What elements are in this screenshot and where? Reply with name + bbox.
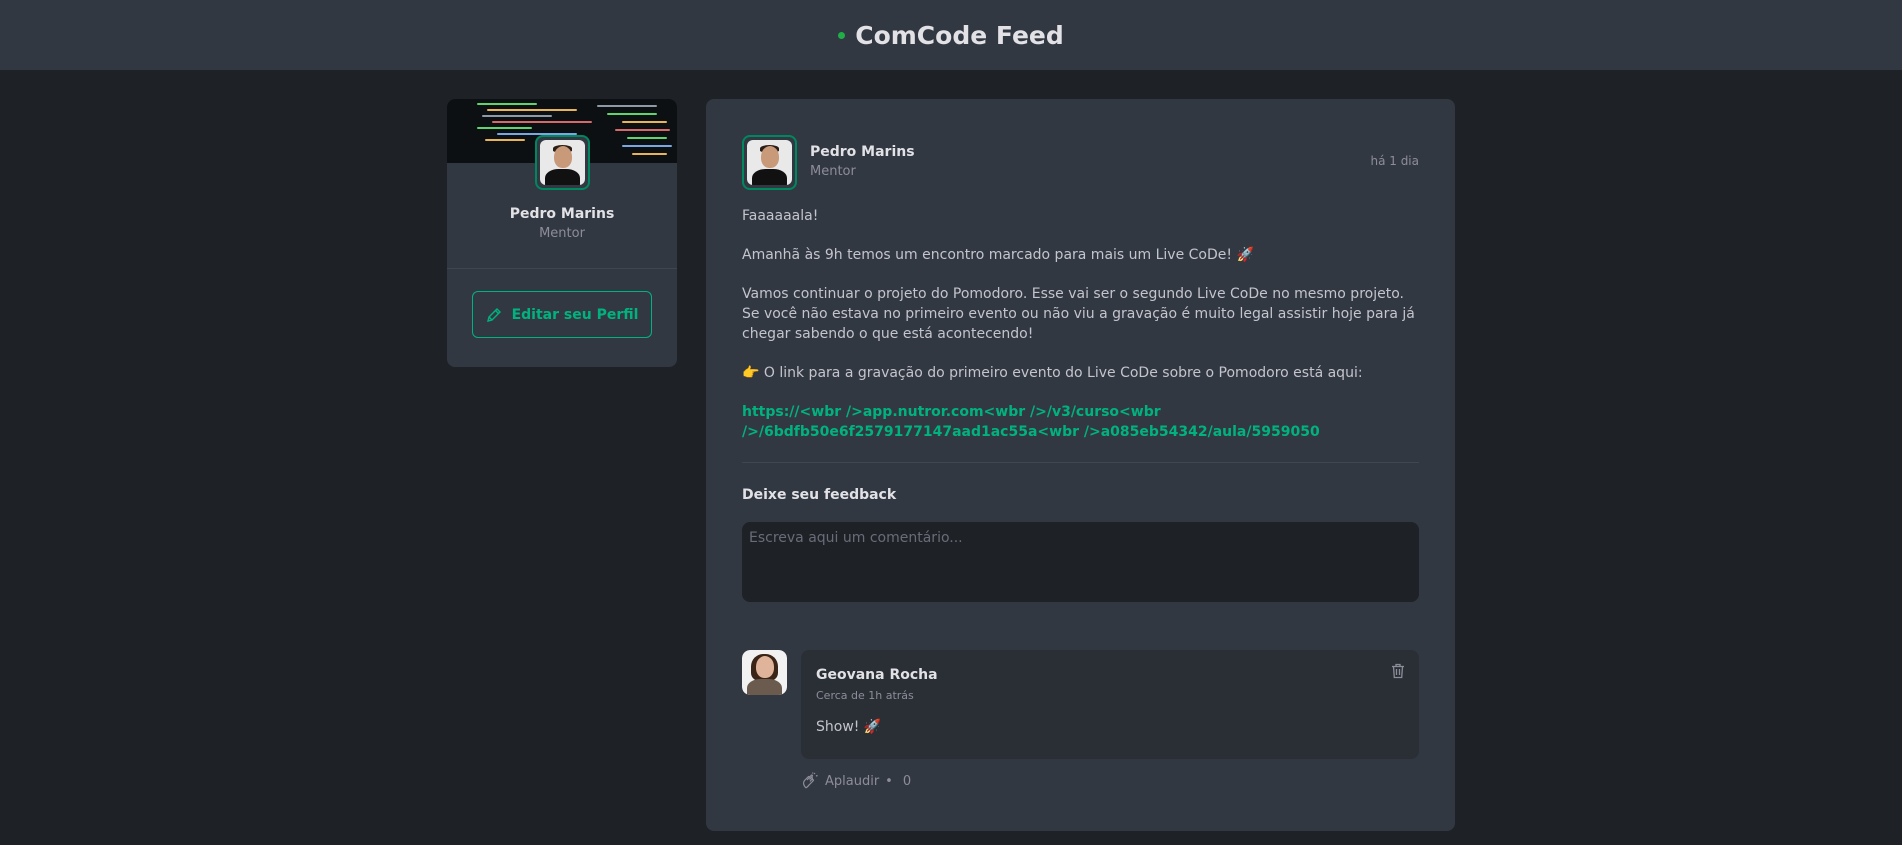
- post-time: há 1 dia: [1370, 154, 1419, 168]
- comment-input[interactable]: [742, 522, 1419, 602]
- hands-clapping-icon: [803, 772, 818, 789]
- avatar-photo: [540, 140, 585, 185]
- app-title: ComCode Feed: [855, 20, 1064, 50]
- post-content: Faaaaaala! Amanhã às 9h temos um encontr…: [742, 206, 1422, 442]
- post-author-avatar[interactable]: [742, 135, 797, 190]
- post-card: Pedro Marins Mentor há 1 dia Faaaaaala! …: [706, 99, 1455, 831]
- comment-time: Cerca de 1h atrás: [816, 689, 914, 702]
- post-author-role: Mentor: [810, 164, 856, 179]
- comment-box: Geovana Rocha Cerca de 1h atrás Show! 🚀: [801, 650, 1419, 759]
- divider: [742, 462, 1419, 463]
- feedback-heading: Deixe seu feedback: [742, 487, 897, 503]
- applaud-count: 0: [902, 773, 912, 789]
- trash-icon[interactable]: [1391, 663, 1405, 683]
- logo-dot-icon: [838, 31, 846, 39]
- avatar-photo: [742, 650, 787, 695]
- applaud-separator: •: [885, 773, 893, 789]
- profile-sidebar: Pedro Marins Mentor Editar seu Perfil: [447, 99, 677, 367]
- comment-author-avatar[interactable]: [742, 650, 787, 695]
- edit-profile-button[interactable]: Editar seu Perfil: [472, 291, 652, 338]
- applaud-button[interactable]: Aplaudir • 0: [801, 772, 911, 790]
- post-paragraph: 👉 O link para a gravação do primeiro eve…: [742, 365, 1363, 381]
- divider: [447, 268, 677, 269]
- avatar-photo: [747, 140, 792, 185]
- post-link[interactable]: https://<wbr />app.nutror.com<wbr />/v3/…: [742, 402, 1422, 442]
- applaud-label: Aplaudir: [825, 773, 880, 789]
- profile-role: Mentor: [539, 226, 585, 241]
- edit-profile-label: Editar seu Perfil: [511, 306, 639, 323]
- comment-author-name: Geovana Rocha: [816, 667, 938, 683]
- sidebar-avatar[interactable]: [535, 135, 590, 190]
- pencil-icon: [486, 307, 501, 322]
- post-author-name: Pedro Marins: [810, 144, 915, 160]
- post-paragraph: Amanhã às 9h temos um encontro marcado p…: [742, 247, 1254, 263]
- post-paragraph: Faaaaaala!: [742, 208, 819, 224]
- post-paragraph: Vamos continuar o projeto do Pomodoro. E…: [742, 286, 1415, 342]
- app-header: ComCode Feed: [0, 0, 1902, 70]
- comment-text: Show! 🚀: [816, 719, 882, 735]
- profile-name: Pedro Marins: [509, 206, 615, 222]
